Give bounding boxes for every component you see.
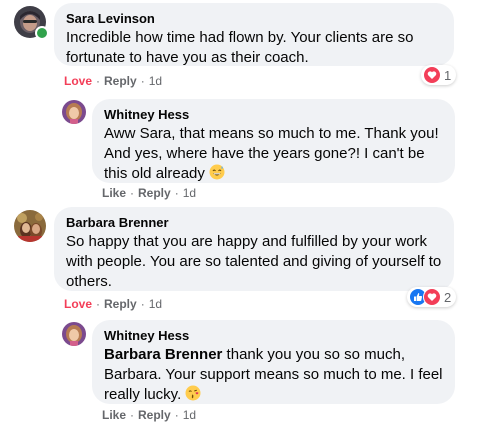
comment-author[interactable]: Barbara Brenner	[66, 214, 442, 231]
reaction-count: 1	[444, 67, 452, 83]
love-button[interactable]: Love	[64, 74, 92, 88]
comment-text: Incredible how time had flown by. Your c…	[66, 29, 414, 66]
comment-actions: Love · Reply · 1d	[64, 74, 163, 88]
reaction-summary[interactable]: 1	[421, 65, 457, 85]
comment-timestamp[interactable]: 1d	[149, 297, 162, 311]
comment-timestamp[interactable]: 1d	[149, 74, 162, 88]
mention-link[interactable]: Barbara Brenner	[104, 346, 222, 363]
comment-text: So happy that you are happy and fulfille…	[66, 233, 442, 290]
comment-text: Aww Sara, that means so much to me. Than…	[104, 125, 439, 182]
comment-actions: Like · Reply · 1d	[102, 408, 197, 422]
reply-button[interactable]: Reply	[104, 74, 137, 88]
comment-author[interactable]: Sara Levinson	[66, 10, 442, 27]
comment-actions: Like · Reply · 1d	[102, 186, 197, 200]
comment-timestamp[interactable]: 1d	[183, 186, 196, 200]
avatar-barbara[interactable]	[14, 210, 46, 242]
online-status-indicator	[35, 26, 49, 40]
comment-bubble: Barbara Brenner So happy that you are ha…	[54, 207, 454, 291]
reply-button[interactable]: Reply	[138, 186, 171, 200]
like-button[interactable]: Like	[102, 408, 126, 422]
love-reaction-icon	[423, 288, 441, 306]
comment-text: Barbara Brenner thank you you so so much…	[104, 346, 443, 403]
comment-author[interactable]: Whitney Hess	[104, 327, 443, 344]
avatar-whitney[interactable]	[62, 322, 86, 346]
comment-bubble: Sara Levinson Incredible how time had fl…	[54, 3, 454, 66]
love-reaction-icon	[423, 66, 441, 84]
comment-bubble: Whitney Hess Aww Sara, that means so muc…	[92, 99, 455, 183]
grinning-sweat-emoji-icon	[209, 164, 225, 180]
reaction-summary[interactable]: 2	[407, 287, 457, 307]
reply-button[interactable]: Reply	[104, 297, 137, 311]
comment-actions: Love · Reply · 1d	[64, 297, 163, 311]
reply-button[interactable]: Reply	[138, 408, 171, 422]
comment-bubble: Whitney Hess Barbara Brenner thank you y…	[92, 320, 455, 404]
avatar-whitney[interactable]	[62, 100, 86, 124]
comment-author[interactable]: Whitney Hess	[104, 106, 443, 123]
kissing-heart-emoji-icon	[185, 385, 201, 401]
love-button[interactable]: Love	[64, 297, 92, 311]
comment-timestamp[interactable]: 1d	[183, 408, 196, 422]
like-button[interactable]: Like	[102, 186, 126, 200]
reaction-count: 2	[444, 289, 452, 305]
